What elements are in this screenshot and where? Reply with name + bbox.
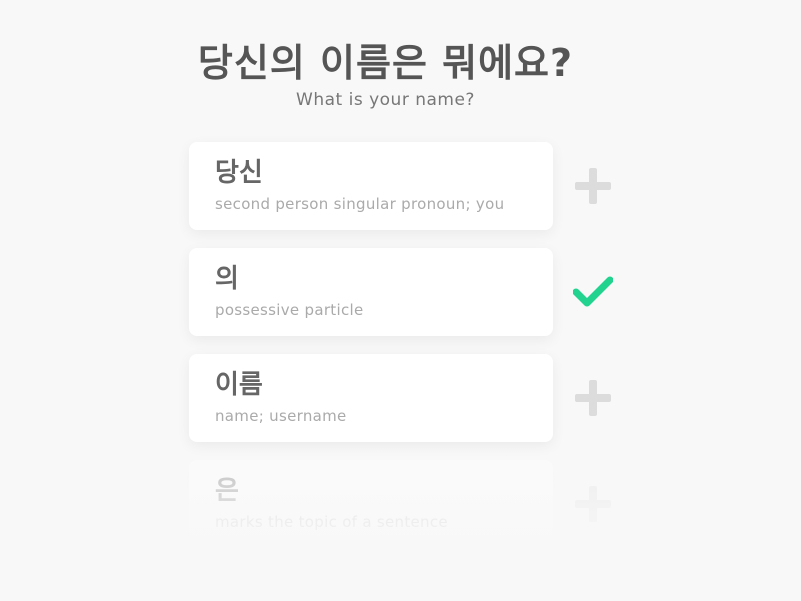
list-item: 의 possessive particle [189,248,619,336]
checkmark-icon [573,276,613,307]
add-word-button[interactable] [573,378,613,418]
list-item: 은 marks the topic of a sentence [189,460,619,548]
word-text: 의 [215,264,239,294]
added-word-button[interactable] [573,272,613,312]
add-word-button[interactable] [573,484,613,524]
add-word-button[interactable] [573,166,613,206]
word-definition: second person singular pronoun; you [215,195,505,213]
word-text: 은 [215,476,239,506]
page-title: 당신의 이름은 뭐에요? [197,41,574,85]
word-definition: name; username [215,407,347,425]
page-subtitle: What is your name? [296,90,475,110]
word-text: 이름 [215,370,263,400]
word-card[interactable]: 이름 name; username [189,354,553,442]
word-list: 당신 second person singular pronoun; you 의… [189,142,619,566]
list-item: 당신 second person singular pronoun; you [189,142,619,230]
header: 당신의 이름은 뭐에요? What is your name? [0,38,771,110]
list-item: 이름 name; username [189,354,619,442]
word-text: 당신 [215,158,263,188]
plus-icon [575,486,611,522]
plus-icon [575,168,611,204]
word-card[interactable]: 당신 second person singular pronoun; you [189,142,553,230]
word-card[interactable]: 의 possessive particle [189,248,553,336]
word-card[interactable]: 은 marks the topic of a sentence [189,460,553,548]
word-definition: possessive particle [215,301,364,319]
plus-icon [575,380,611,416]
word-definition: marks the topic of a sentence [215,513,448,531]
